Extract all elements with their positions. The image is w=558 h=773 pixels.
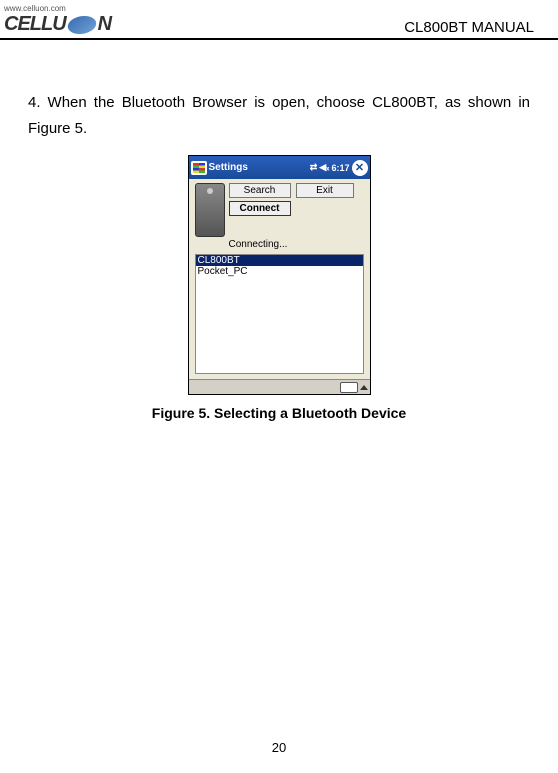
list-item[interactable]: Pocket_PC bbox=[196, 266, 363, 277]
taskbar-clock: 6:17 bbox=[331, 163, 349, 173]
menu-up-icon[interactable] bbox=[360, 385, 368, 390]
taskbar-title: Settings bbox=[209, 162, 248, 173]
logo: CELLU N bbox=[4, 13, 112, 36]
bottom-bar bbox=[189, 379, 370, 394]
embedded-screenshot: Settings ⇄ ◀ₓ 6:17 ✕ Search Exit Connect bbox=[188, 155, 371, 395]
button-column: Search Exit Connect bbox=[229, 183, 354, 216]
top-row: Search Exit Connect bbox=[195, 183, 364, 237]
device-list[interactable]: CL800BT Pocket_PC bbox=[195, 254, 364, 374]
page-content: 4. When the Bluetooth Browser is open, c… bbox=[0, 40, 558, 421]
wm-taskbar: Settings ⇄ ◀ₓ 6:17 ✕ bbox=[189, 156, 370, 179]
logo-swirl-icon bbox=[65, 16, 98, 34]
instruction-paragraph: 4. When the Bluetooth Browser is open, c… bbox=[28, 90, 530, 141]
logo-text-left: CELLU bbox=[4, 13, 66, 36]
windows-flag-icon[interactable] bbox=[191, 161, 207, 175]
figure-caption: Figure 5. Selecting a Bluetooth Device bbox=[28, 405, 530, 421]
page-number: 20 bbox=[0, 740, 558, 755]
logo-text-right: N bbox=[98, 13, 112, 36]
site-url: www.celluon.com bbox=[4, 4, 112, 13]
page-header: www.celluon.com CELLU N CL800BT MANUAL bbox=[0, 0, 558, 40]
signal-icon[interactable]: ⇄ bbox=[310, 162, 318, 173]
status-text: Connecting... bbox=[229, 239, 364, 250]
search-button[interactable]: Search bbox=[229, 183, 291, 198]
document-title: CL800BT MANUAL bbox=[404, 19, 534, 36]
exit-button[interactable]: Exit bbox=[296, 183, 354, 198]
connect-button[interactable]: Connect bbox=[229, 201, 291, 216]
list-item-selected[interactable]: CL800BT bbox=[196, 255, 363, 266]
keyboard-icon[interactable] bbox=[340, 382, 358, 393]
volume-icon[interactable]: ◀ₓ bbox=[319, 162, 329, 173]
device-icon bbox=[195, 183, 225, 237]
logo-block: www.celluon.com CELLU N bbox=[4, 4, 112, 36]
screenshot-body: Search Exit Connect Connecting... CL800B… bbox=[189, 179, 370, 379]
close-icon[interactable]: ✕ bbox=[352, 160, 368, 176]
